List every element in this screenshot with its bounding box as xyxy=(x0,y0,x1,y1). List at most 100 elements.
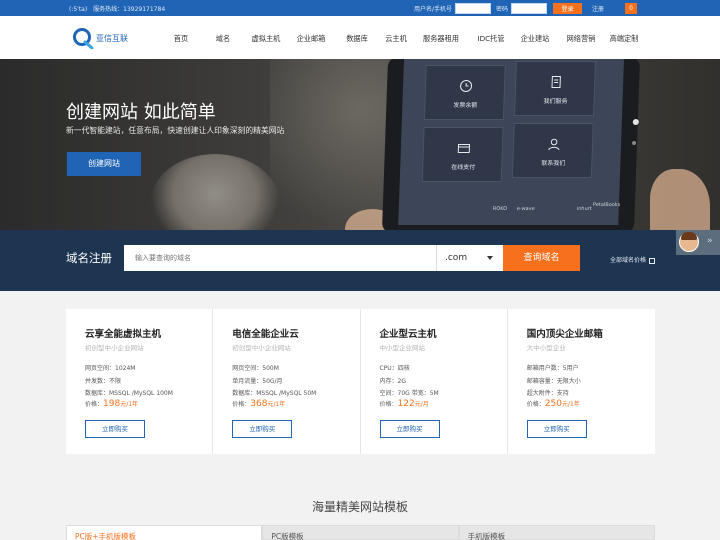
hero-title: 创建网站 如此简单 xyxy=(66,102,216,123)
spec-line: 内存：2G xyxy=(379,377,406,385)
clock-icon xyxy=(459,78,473,92)
cart-badge[interactable]: 0 xyxy=(625,3,637,14)
product-price: 价格：368元/1年 xyxy=(232,399,285,409)
product-specs: 邮箱用户数：5用户 邮箱容量：无限大小 超大附件：支持 xyxy=(527,363,581,401)
product-card-enterprise-mail: 国内顶尖企业邮箱 大中小型企业 邮箱用户数：5用户 邮箱容量：无限大小 超大附件… xyxy=(508,309,655,454)
tablet-home-button xyxy=(632,119,639,125)
spec-line: 单月流量：50G/月 xyxy=(232,377,283,385)
partner-logo: ROKO xyxy=(492,206,508,212)
product-specs: CPU：四核 内存：2G 空间：70G 带宽：5M xyxy=(380,363,439,401)
support-avatar-hair xyxy=(681,232,697,240)
product-price: 价格：122元/月 xyxy=(380,399,429,409)
tablet-tile-contact: 联系我们 xyxy=(511,123,594,178)
buy-now-button[interactable]: 立即购买 xyxy=(526,420,587,438)
spec-line: 网页空间：500M xyxy=(232,365,279,372)
tab-pc-mobile-templates[interactable]: PC版+手机版模板 xyxy=(66,525,263,540)
main-nav: 亚信互联 首页 域名 虚拟主机 企业邮箱 数据库 云主机 服务器租用 IDC托管… xyxy=(0,16,720,59)
price-label: 价格： xyxy=(85,401,104,408)
nav-item-site-building[interactable]: 企业建站 xyxy=(512,16,558,59)
product-specs: 网页空间：500M 单月流量：50G/月 数据库：MSSQL /MySQL 50… xyxy=(232,363,316,401)
templates-title: 海量精美网站模板 xyxy=(311,500,408,514)
nav-item-domain[interactable]: 域名 xyxy=(202,16,244,59)
price-unit: 元/1年 xyxy=(120,401,139,408)
external-link-icon xyxy=(649,257,656,264)
password-input[interactable] xyxy=(511,2,548,14)
product-title: 电信全能企业云 xyxy=(232,329,299,340)
login-button[interactable]: 登录 xyxy=(553,2,583,14)
domain-search-button[interactable]: 查询域名 xyxy=(503,245,580,271)
double-chevron-right-icon: » xyxy=(707,236,713,246)
product-card-telecom-cloud: 电信全能企业云 初创型中小企业网站 网页空间：500M 单月流量：50G/月 数… xyxy=(213,309,361,454)
product-subtitle: 中小型企业网站 xyxy=(379,344,426,352)
chevron-down-icon xyxy=(487,256,493,260)
hotline-number: 13929171784 xyxy=(123,6,166,13)
spec-line: 邮箱用户数：5用户 xyxy=(526,365,579,372)
all-domain-prices-link[interactable]: 全部域名价格 xyxy=(610,255,656,264)
product-card-cloud-host: 企业型云主机 中小型企业网站 CPU：四核 内存：2G 空间：70G 带宽：5M… xyxy=(361,309,508,454)
price-value: 250 xyxy=(544,399,562,409)
tablet-tile-services: 我们服务 xyxy=(514,61,596,116)
domain-title: 域名注册 xyxy=(66,251,112,265)
nav-item-database[interactable]: 数据库 xyxy=(334,16,380,59)
register-link[interactable]: 注册 xyxy=(592,4,604,13)
partner-logo: e·wave xyxy=(516,206,535,212)
online-support-widget[interactable]: » xyxy=(676,230,720,255)
hero-subtitle: 新一代智能建站，任意布局，快速创建让人印象深刻的精美网站 xyxy=(66,126,285,135)
product-title: 企业型云主机 xyxy=(379,329,437,340)
buy-now-button[interactable]: 立即购买 xyxy=(85,420,145,438)
domain-extension-select[interactable]: .com xyxy=(436,245,503,271)
product-price: 价格：250元/1年 xyxy=(527,399,580,409)
tablet-sensor xyxy=(632,141,637,145)
tablet-tile-payment: 在线支付 xyxy=(421,127,504,182)
hero-tablet: 发票余额 我们服务 在线支付 联系我们 ROKO e·wave inhurt P… xyxy=(381,59,641,230)
tile-label: 联系我们 xyxy=(541,160,566,167)
product-price: 价格：198元/1年 xyxy=(85,399,138,409)
hero-hand-right xyxy=(650,169,710,230)
hotline: (:5'ta) 服务热线：13929171784 xyxy=(69,4,165,13)
tile-label: 发票余额 xyxy=(453,102,478,109)
nav-item-virtual-host[interactable]: 虚拟主机 xyxy=(244,16,288,59)
tile-label: 我们服务 xyxy=(543,98,568,105)
logo-text: 亚信互联 xyxy=(96,33,128,43)
tab-pc-templates[interactable]: PC版模板 xyxy=(262,525,459,540)
nav-item-marketing[interactable]: 网络营销 xyxy=(558,16,604,59)
logo[interactable]: 亚信互联 xyxy=(72,27,128,50)
price-label: 价格： xyxy=(232,401,251,408)
nav-item-idc-hosting[interactable]: IDC托管 xyxy=(470,16,512,59)
nav-item-enterprise-mail[interactable]: 企业邮箱 xyxy=(288,16,334,59)
price-unit: 元/1年 xyxy=(561,401,580,408)
partner-logo: inhurt xyxy=(576,206,592,212)
hero-coffee-cup xyxy=(150,154,280,230)
domain-search-bar: 域名注册 .com 查询域名 全部域名价格 xyxy=(0,230,720,291)
price-value: 122 xyxy=(397,399,415,409)
nav-item-custom[interactable]: 高端定制 xyxy=(604,16,644,59)
templates-section: 海量精美网站模板 PC版+手机版模板 PC版模板 手机版模板 xyxy=(0,478,720,540)
spec-line: 网页空间：1024M xyxy=(85,365,136,372)
price-label: 价格： xyxy=(379,401,398,408)
nav-item-home[interactable]: 首页 xyxy=(160,16,202,59)
product-subtitle: 大中小型企业 xyxy=(526,344,566,352)
buy-now-button[interactable]: 立即购买 xyxy=(379,420,440,438)
templates-tabs: PC版+手机版模板 PC版模板 手机版模板 xyxy=(66,525,655,540)
credit-card-icon xyxy=(457,140,471,154)
product-cards: 云享全能虚拟主机 初创型中小企业网站 网页空间：1024M 并发数：不限 数据库… xyxy=(66,309,655,454)
domain-search-input[interactable] xyxy=(124,245,436,271)
create-site-button[interactable]: 创建网站 xyxy=(67,152,141,176)
buy-now-button[interactable]: 立即购买 xyxy=(232,420,293,438)
price-value: 198 xyxy=(103,399,121,409)
nav-menu: 首页 域名 虚拟主机 企业邮箱 数据库 云主机 服务器租用 IDC托管 企业建站… xyxy=(160,16,644,59)
all-domain-prices-label: 全部域名价格 xyxy=(610,257,647,264)
nav-item-server-rental[interactable]: 服务器租用 xyxy=(412,16,470,59)
tab-mobile-templates[interactable]: 手机版模板 xyxy=(458,525,655,540)
nav-item-cloud-host[interactable]: 云主机 xyxy=(380,16,412,59)
domain-extension-value: .com xyxy=(445,253,468,263)
partner-logo: PetalBooks xyxy=(592,202,621,208)
hero-banner: 创建网站 如此简单 新一代智能建站，任意布局，快速创建让人印象深刻的精美网站 创… xyxy=(0,59,720,230)
price-label: 价格： xyxy=(526,401,545,408)
logo-mark-icon xyxy=(72,27,94,50)
document-icon xyxy=(549,74,563,88)
tablet-screen: 发票余额 我们服务 在线支付 联系我们 ROKO e·wave inhurt P… xyxy=(398,59,625,225)
top-utility-bar: (:5'ta) 服务热线：13929171784 用户名/手机号 密码 登录 注… xyxy=(0,0,720,16)
username-input[interactable] xyxy=(455,2,492,14)
username-label: 用户名/手机号 xyxy=(414,5,453,13)
